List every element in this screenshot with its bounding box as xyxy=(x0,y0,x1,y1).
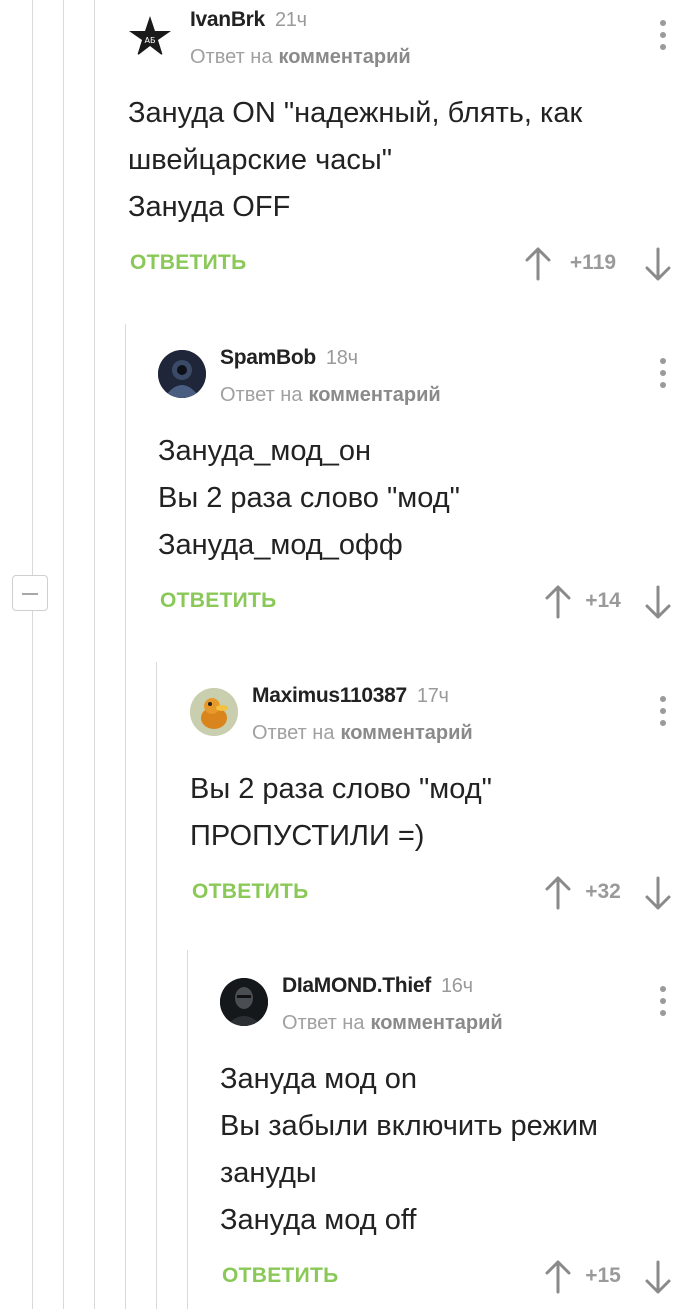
reply-to-link[interactable]: комментарий xyxy=(278,46,410,68)
comment-author[interactable]: DIaMOND.Thief 16ч xyxy=(282,974,473,998)
reply-to-label: Ответ на комментарий xyxy=(252,722,473,744)
comment-author[interactable]: SpamBob 18ч xyxy=(220,346,358,370)
comment-time: 16ч xyxy=(440,975,473,997)
thread-line xyxy=(63,0,64,1309)
comment-header: Maximus110387 17ч Ответ на комментарий xyxy=(190,676,700,746)
collapse-thread-button[interactable] xyxy=(12,575,48,611)
comment-time: 17ч xyxy=(416,685,449,707)
dark-portrait-icon[interactable] xyxy=(220,978,268,1026)
downvote-arrow-icon[interactable] xyxy=(644,247,672,281)
downvote-arrow-icon[interactable] xyxy=(644,1260,672,1294)
hooded-figure-icon[interactable] xyxy=(158,350,206,398)
comment-author[interactable]: IvanBrk 21ч xyxy=(190,8,307,32)
comment-footer: ОТВЕТИТЬ +32 xyxy=(190,866,700,926)
comment-score: +14 xyxy=(585,589,621,612)
reply-button[interactable]: ОТВЕТИТЬ xyxy=(222,1264,339,1288)
comment-text: Зануда ON "надежный, блять, как швейцарс… xyxy=(128,97,583,223)
comment-time: 18ч xyxy=(325,347,358,369)
more-options-icon[interactable] xyxy=(658,984,668,1018)
comment-header: SpamBob 18ч Ответ на комментарий xyxy=(158,338,700,408)
comment-author[interactable]: Maximus110387 17ч xyxy=(252,684,449,708)
downvote-arrow-icon[interactable] xyxy=(644,876,672,910)
comment: Maximus110387 17ч Ответ на комментарий Вы … xyxy=(190,676,700,926)
reply-to-link[interactable]: комментарий xyxy=(370,1012,502,1034)
comment-footer: ОТВЕТИТЬ +119 xyxy=(128,237,700,297)
comment-text: Вы 2 раза слово "мод" ПРОПУСТИЛИ =) xyxy=(190,773,492,852)
duck-character-icon[interactable] xyxy=(190,688,238,736)
more-options-icon[interactable] xyxy=(658,694,668,728)
thread-line xyxy=(187,950,188,1309)
upvote-arrow-icon[interactable] xyxy=(524,247,552,281)
thread-line xyxy=(156,662,157,1309)
reply-to-link[interactable]: комментарий xyxy=(340,722,472,744)
reply-to-link[interactable]: комментарий xyxy=(308,384,440,406)
reply-button[interactable]: ОТВЕТИТЬ xyxy=(192,880,309,904)
comment-time: 21ч xyxy=(274,9,307,31)
comment-header: DIaMOND.Thief 16ч Ответ на комментарий xyxy=(220,966,700,1036)
comment-text: Зануда_мод_он Вы 2 раза слово "мод" Зану… xyxy=(158,435,460,561)
star-emblem-icon[interactable]: АБ xyxy=(128,14,172,58)
comment-footer: ОТВЕТИТЬ +14 xyxy=(158,575,700,635)
thread-line xyxy=(32,0,33,1309)
more-options-icon[interactable] xyxy=(658,356,668,390)
reply-to-label: Ответ на комментарий xyxy=(190,46,411,68)
comment-score: +119 xyxy=(569,251,617,274)
comment-header: АБ IvanBrk 21ч Ответ на комментарий xyxy=(128,0,700,70)
downvote-arrow-icon[interactable] xyxy=(644,585,672,619)
svg-text:АБ: АБ xyxy=(145,36,156,45)
more-options-icon[interactable] xyxy=(658,18,668,52)
reply-button[interactable]: ОТВЕТИТЬ xyxy=(160,589,277,613)
thread-line xyxy=(125,324,126,1309)
reply-button[interactable]: ОТВЕТИТЬ xyxy=(130,251,247,275)
thread-line xyxy=(94,0,95,1309)
comment-text: Зануда мод on Вы забыли включить режим з… xyxy=(220,1063,598,1236)
reply-to-label: Ответ на комментарий xyxy=(220,384,441,406)
comment-score: +32 xyxy=(585,880,621,903)
comment-score: +15 xyxy=(585,1264,621,1287)
comment-footer: ОТВЕТИТЬ +15 xyxy=(220,1250,700,1310)
comment: SpamBob 18ч Ответ на комментарий Зануда_мо… xyxy=(158,338,700,635)
comment: DIaMOND.Thief 16ч Ответ на комментарий Зан… xyxy=(220,966,700,1310)
reply-to-label: Ответ на комментарий xyxy=(282,1012,503,1034)
comment: АБ IvanBrk 21ч Ответ на комментарий Зануда… xyxy=(128,0,700,297)
